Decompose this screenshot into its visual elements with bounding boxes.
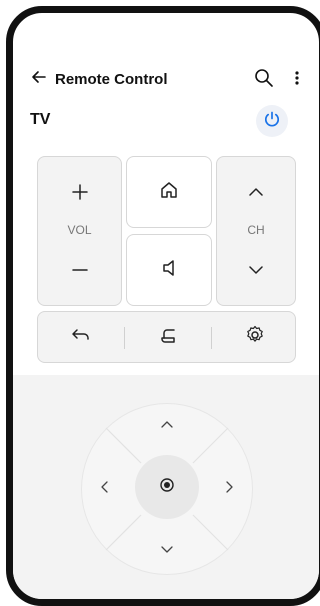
ok-dot-icon — [158, 476, 176, 499]
utility-button-row — [37, 311, 296, 363]
volume-label: VOL — [67, 223, 92, 237]
screen: Remote Control TV VOL CH — [13, 13, 319, 599]
chevron-up-icon — [159, 417, 175, 438]
speaker-icon — [158, 257, 180, 284]
power-icon — [263, 110, 281, 133]
settings-icon — [244, 324, 266, 351]
page-title: Remote Control — [55, 70, 168, 88]
home-icon-wrap — [127, 157, 211, 227]
home-icon — [158, 179, 180, 206]
volume-down-button[interactable] — [38, 253, 121, 291]
chevron-right-icon — [221, 479, 237, 500]
settings-button[interactable] — [212, 312, 297, 362]
input-source-icon — [157, 324, 179, 351]
power-button[interactable] — [256, 105, 288, 137]
channel-label: CH — [247, 223, 265, 237]
plus-icon — [70, 182, 90, 207]
dpad-left-button[interactable] — [85, 459, 125, 519]
more-vertical-icon — [291, 71, 303, 93]
channel-rocker: CH — [216, 156, 296, 306]
volume-up-button[interactable] — [38, 175, 121, 213]
dpad-right-button[interactable] — [209, 459, 249, 519]
dpad-down-button[interactable] — [137, 531, 197, 571]
device-name: TV — [30, 111, 51, 128]
channel-down-button[interactable] — [217, 253, 295, 291]
search-icon — [253, 69, 275, 93]
return-button[interactable] — [38, 312, 124, 362]
input-source-button[interactable] — [125, 312, 211, 362]
minus-icon — [70, 260, 90, 285]
arrow-left-icon — [31, 69, 47, 90]
search-button[interactable] — [253, 67, 275, 89]
back-button[interactable] — [29, 69, 49, 89]
more-options-button[interactable] — [291, 67, 303, 89]
volume-rocker: VOL — [37, 156, 122, 306]
ok-button[interactable] — [135, 455, 199, 519]
dpad-up-button[interactable] — [137, 407, 197, 447]
home-button[interactable] — [126, 156, 212, 228]
return-arrow-icon — [70, 324, 92, 351]
chevron-left-icon — [97, 479, 113, 500]
chevron-down-icon — [246, 260, 266, 285]
chevron-down-icon — [159, 541, 175, 562]
phone-frame: Remote Control TV VOL CH — [6, 6, 320, 606]
channel-up-button[interactable] — [217, 175, 295, 213]
app-bar: Remote Control — [29, 67, 319, 91]
speaker-icon-wrap — [127, 235, 211, 305]
chevron-up-icon — [246, 182, 266, 207]
mute-button[interactable] — [126, 234, 212, 306]
